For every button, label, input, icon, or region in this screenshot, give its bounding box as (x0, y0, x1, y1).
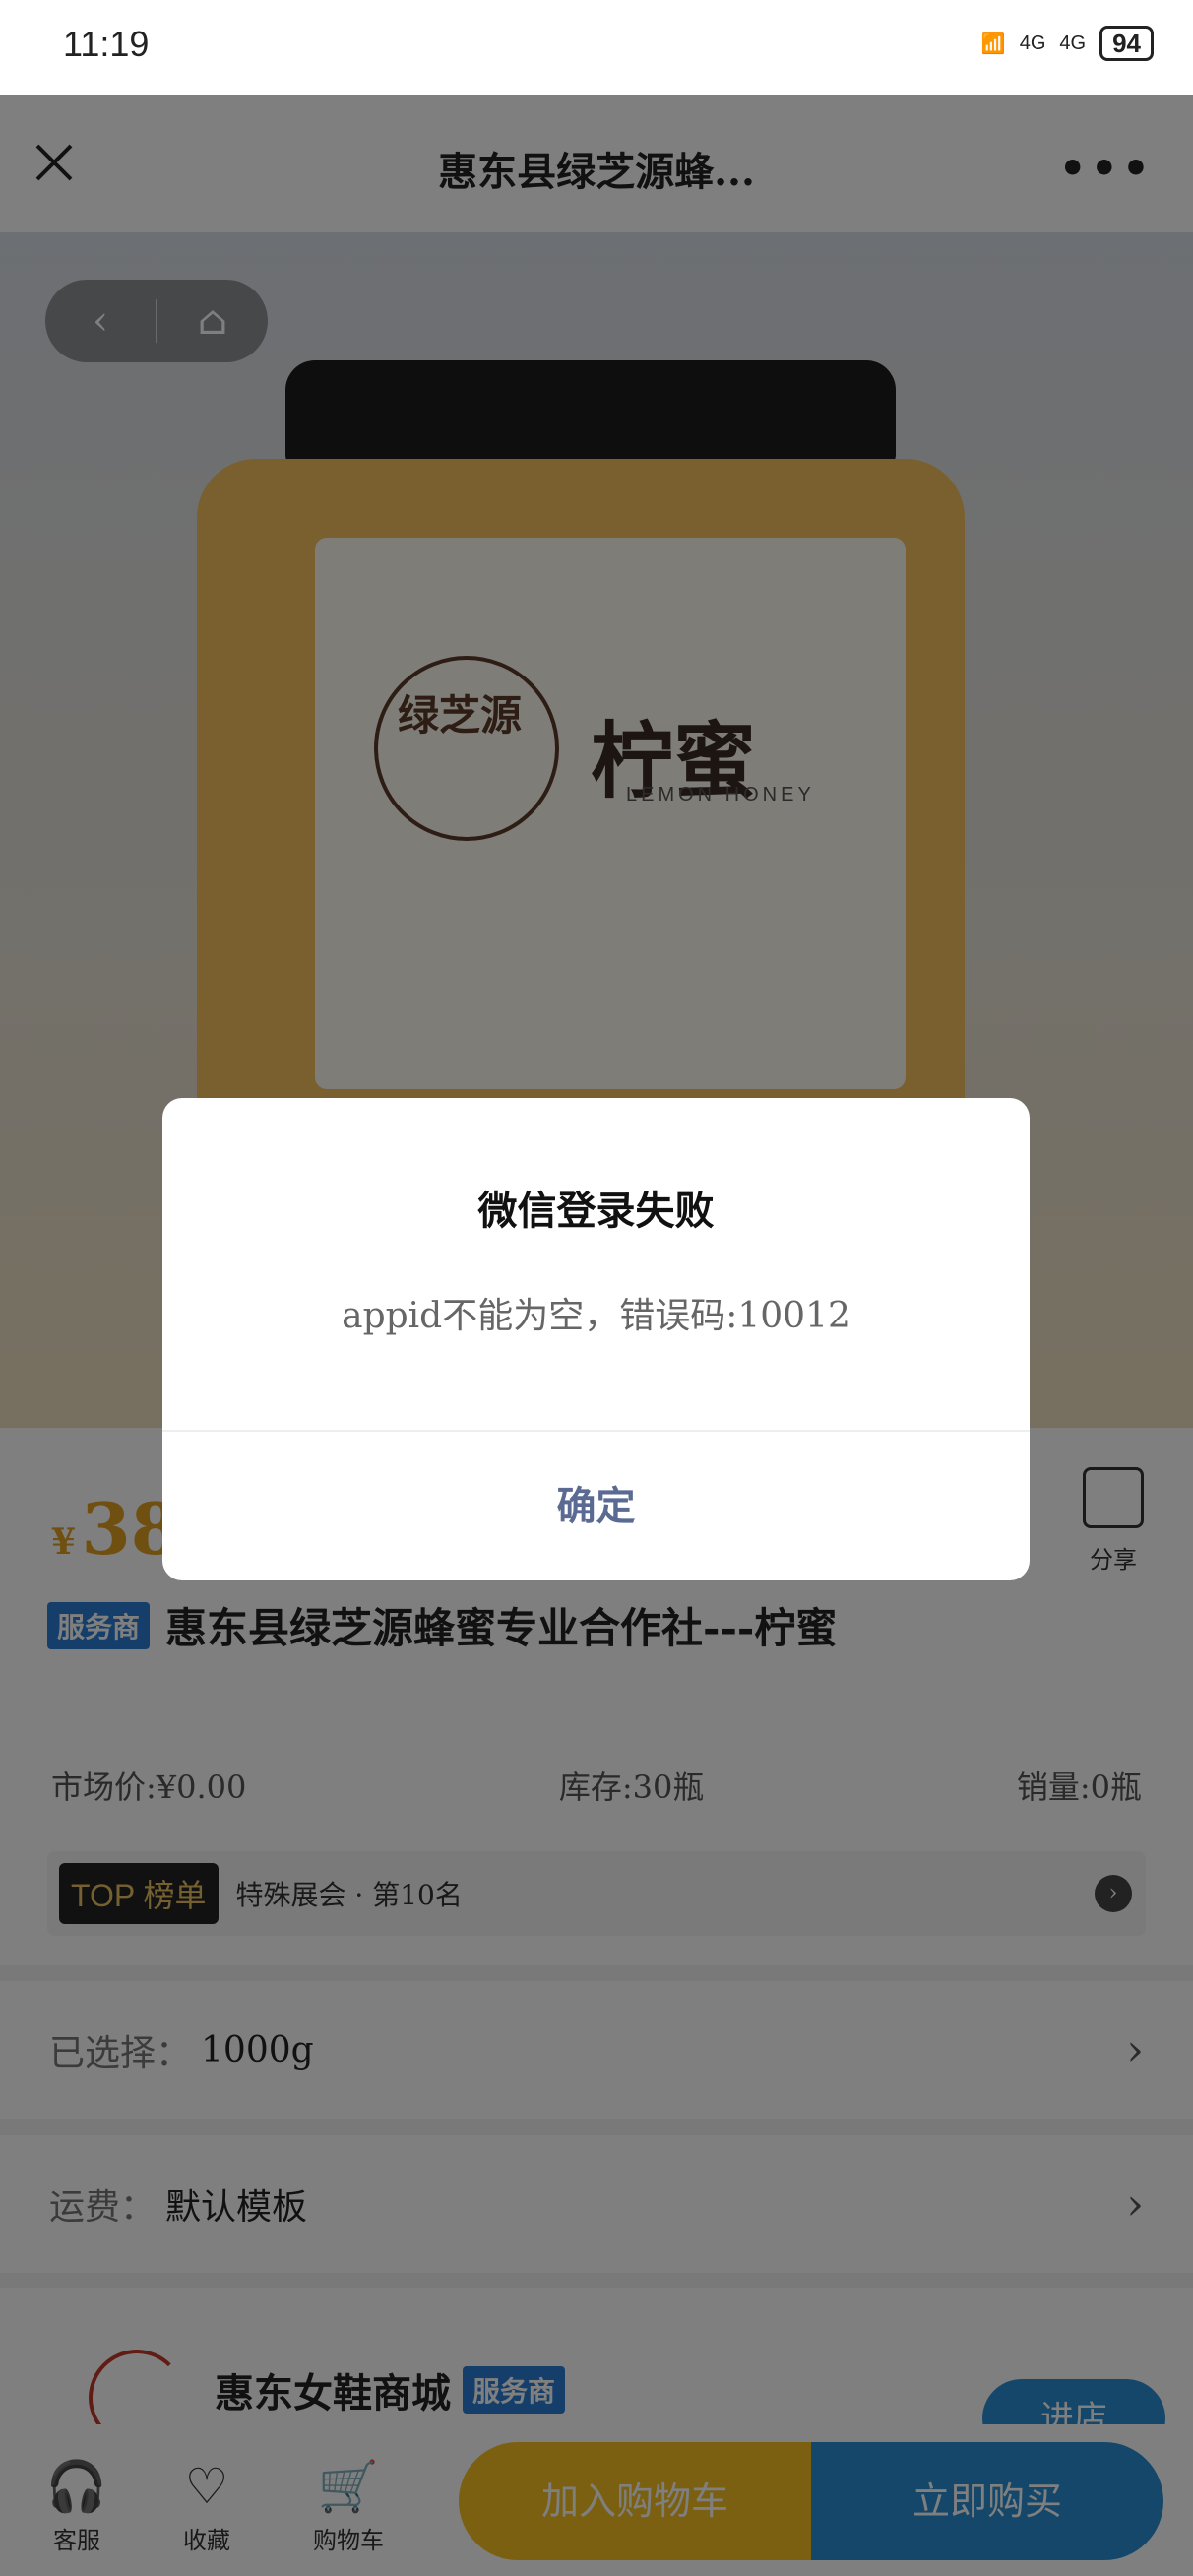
dialog-title: 微信登录失败 (477, 1188, 715, 1234)
battery-icon: 94 (1099, 26, 1154, 61)
dialog-divider (162, 1430, 1030, 1432)
error-dialog: 微信登录失败 appid不能为空，错误码:10012 确定 (162, 1098, 1030, 1580)
confirm-button[interactable]: 确定 (162, 1433, 1030, 1580)
status-time: 11:19 (63, 24, 150, 64)
status-bar: 11:19 📶 4G 4G 94 (0, 0, 1193, 95)
dialog-message: appid不能为空，错误码:10012 (342, 1296, 850, 1336)
status-icons: 📶 4G 4G 94 (981, 26, 1154, 61)
signal-4g-icon: 4G (1019, 32, 1046, 54)
wifi-icon: 📶 (980, 32, 1006, 55)
signal-4g-icon-2: 4G (1059, 32, 1087, 54)
